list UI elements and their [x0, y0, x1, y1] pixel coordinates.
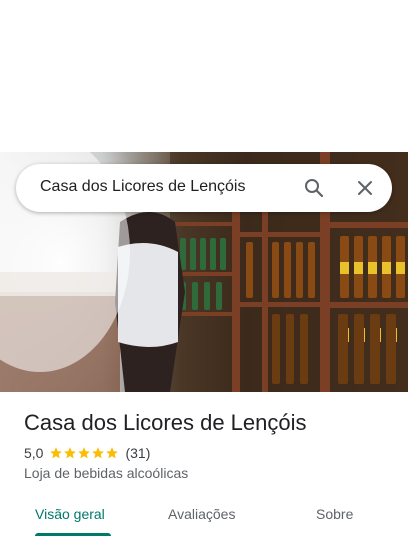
- star-rating: [49, 446, 119, 460]
- star-icon: [92, 447, 105, 459]
- review-count[interactable]: (31): [125, 445, 150, 461]
- tab-reviews[interactable]: Avaliações: [168, 506, 235, 522]
- rating-value: 5,0: [24, 445, 44, 461]
- star-icon: [106, 447, 119, 459]
- search-bar[interactable]: Casa dos Licores de Lençóis: [16, 164, 392, 212]
- star-icon: [64, 447, 77, 459]
- tab-overview[interactable]: Visão geral: [35, 506, 105, 522]
- close-icon[interactable]: [353, 176, 377, 200]
- search-icon[interactable]: [302, 176, 326, 200]
- tab-about[interactable]: Sobre: [316, 506, 353, 522]
- tab-bar: Visão geral Avaliações Sobre: [0, 492, 408, 544]
- place-title: Casa dos Licores de Lençóis: [24, 410, 307, 435]
- search-input[interactable]: Casa dos Licores de Lençóis: [40, 178, 245, 196]
- place-category[interactable]: Loja de bebidas alcoólicas: [24, 465, 188, 481]
- active-tab-indicator: [35, 533, 111, 536]
- star-icon: [78, 447, 91, 459]
- star-icon: [50, 447, 63, 459]
- rating-row[interactable]: 5,0 (31): [24, 444, 150, 462]
